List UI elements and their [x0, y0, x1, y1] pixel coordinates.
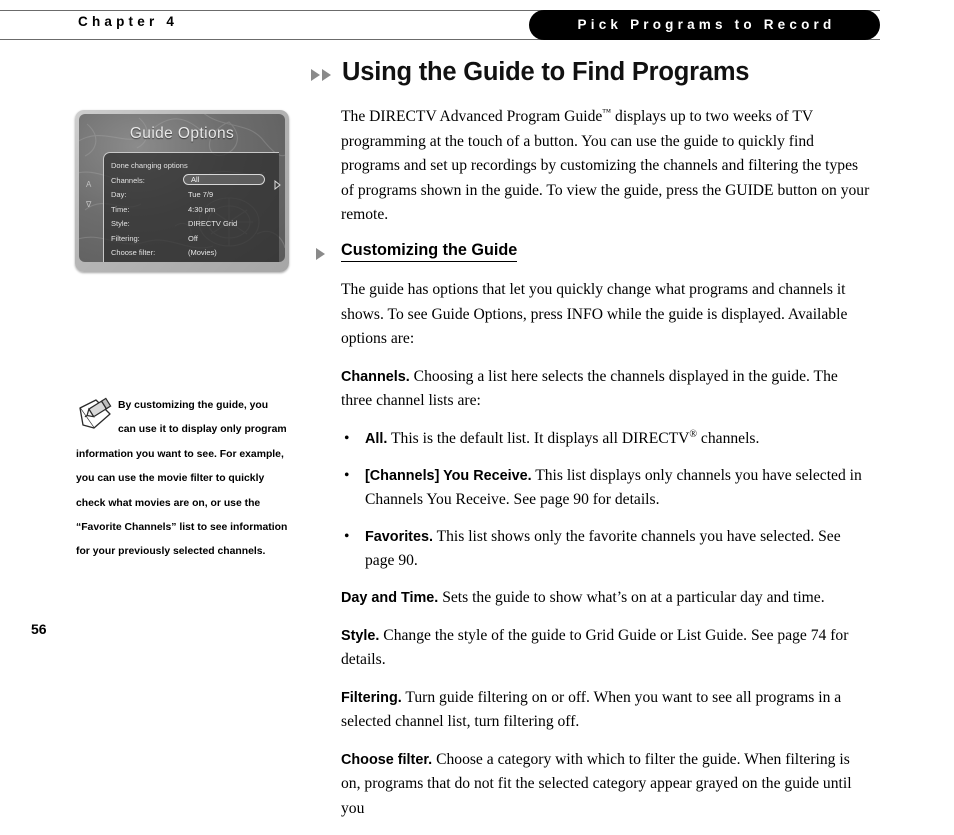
guide-row-label: Style: [111, 219, 130, 228]
bullet-marker: • [344, 466, 350, 484]
guide-side-glyph-top: A [86, 180, 92, 189]
guide-row-label: Done changing options [111, 161, 188, 170]
guide-row-value: (Movies) [188, 248, 217, 257]
registered-symbol: ® [689, 428, 698, 440]
tv-bezel: Guide Options A ∇ Done changing options … [75, 110, 289, 272]
guide-row-done[interactable]: Done changing options [111, 159, 279, 174]
runin-heading: Channels. [341, 368, 410, 385]
body-column: The DIRECTV Advanced Program Guide™ disp… [316, 105, 871, 835]
list-item: • All. This is the default list. It displ… [341, 427, 871, 452]
channels-paragraph: Channels. Choosing a list here selects t… [341, 365, 871, 414]
guide-row-label: Day: [111, 190, 127, 199]
subheading-block: Customizing the Guide [316, 241, 871, 269]
guide-row-time[interactable]: Time: 4:30 pm [111, 203, 279, 218]
guide-row-choose-filter[interactable]: Choose filter: (Movies) [111, 246, 279, 261]
guide-row-value: 4:30 pm [188, 204, 216, 214]
runin-heading: Day and Time. [341, 589, 439, 606]
pencil-note-icon [79, 397, 112, 429]
bullet-text-post: channels. [697, 429, 760, 447]
triangle-right-icon [316, 247, 325, 260]
bullet-marker: • [344, 429, 350, 447]
list-item: • [Channels] You Receive. This list displ… [341, 464, 871, 513]
guide-options-panel: Done changing options Channels: All Day:… [103, 152, 281, 262]
bullet-text-pre: This list shows only the favorite channe… [365, 527, 841, 570]
style-paragraph: Style. Change the style of the guide to … [341, 624, 871, 673]
day-and-time-paragraph: Day and Time. Sets the guide to show wha… [341, 586, 871, 611]
channels-selector-value: All [191, 175, 200, 184]
trademark-symbol: ™ [602, 106, 612, 117]
guide-row-day[interactable]: Day: Tue 7/9 [111, 188, 279, 203]
guide-options-title: Guide Options [129, 125, 235, 142]
tv-screenshot-figure: Guide Options A ∇ Done changing options … [75, 110, 289, 272]
paragraph-text: Turn guide filtering on or off. When you… [341, 688, 842, 731]
guide-side-glyph-bottom: ∇ [86, 200, 92, 209]
guide-row-filtering[interactable]: Filtering: Off [111, 232, 279, 247]
intro-post-tm: displays up to two weeks of TV programmi… [341, 108, 870, 224]
guide-row-channels[interactable]: Channels: All [111, 173, 281, 190]
bullet-marker: • [344, 527, 350, 545]
options-intro-paragraph: The guide has options that let you quick… [341, 280, 848, 348]
page-number: 56 [31, 621, 47, 637]
side-note: By customizing the guide, you can use it… [76, 394, 288, 565]
intro-paragraph: The DIRECTV Advanced Program Guide™ disp… [341, 105, 871, 228]
intro-pre-tm: The DIRECTV Advanced Program Guide [341, 108, 603, 125]
guide-row-value: Off [188, 233, 198, 243]
runin-heading: [Channels] You Receive. [365, 467, 532, 484]
page-title-block: Using the Guide to Find Programs [311, 58, 911, 96]
filtering-paragraph: Filtering. Turn guide filtering on or of… [341, 686, 871, 735]
guide-row-label: Channels: [111, 175, 145, 185]
guide-row-style[interactable]: Style: DIRECTV Grid [111, 217, 279, 232]
guide-row-value: DIRECTV Grid [188, 219, 238, 228]
runin-heading: Favorites. [365, 528, 433, 545]
guide-row-label: Choose filter: [111, 248, 156, 257]
choose-filter-paragraph: Choose filter. Choose a category with wh… [341, 748, 871, 822]
guide-row-label: Time: [111, 204, 130, 214]
running-header: Chapter 4 Pick Programs to Record [0, 10, 954, 40]
page-title: Using the Guide to Find Programs [342, 58, 750, 86]
channels-body-text: Choosing a list here selects the channel… [341, 367, 838, 410]
runin-heading: All. [365, 430, 388, 447]
section-tab: Pick Programs to Record [529, 10, 880, 40]
runin-heading: Style. [341, 627, 380, 644]
tv-screen: Guide Options A ∇ Done changing options … [79, 114, 285, 262]
bullet-text-pre: This is the default list. It displays al… [387, 429, 690, 447]
paragraph-text: Sets the guide to show what’s on at a pa… [438, 588, 825, 606]
subheading: Customizing the Guide [341, 241, 518, 262]
chevron-right-icon[interactable] [269, 176, 281, 190]
guide-row-value: Tue 7/9 [188, 190, 214, 199]
guide-row-label: Filtering: [111, 233, 140, 243]
chapter-label: Chapter 4 [78, 14, 179, 29]
runin-heading: Filtering. [341, 689, 402, 706]
runin-heading: Choose filter. [341, 751, 433, 768]
list-item: • Favorites. This list shows only the fav… [341, 525, 871, 574]
double-triangle-right-icon [311, 69, 331, 81]
paragraph-text: Change the style of the guide to Grid Gu… [341, 626, 849, 669]
